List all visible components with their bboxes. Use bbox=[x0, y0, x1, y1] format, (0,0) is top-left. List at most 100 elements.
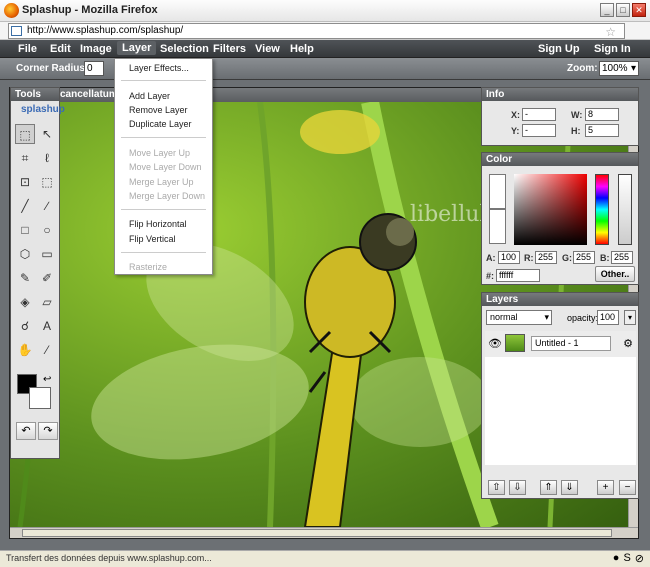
zoom-select[interactable]: 100% bbox=[599, 61, 639, 76]
fill-tool-icon[interactable]: ◈ bbox=[15, 292, 35, 312]
visibility-eye-icon[interactable]: 👁 bbox=[488, 337, 502, 350]
blocked-icon[interactable]: ⊘ bbox=[635, 552, 644, 565]
alpha-label: A: bbox=[486, 253, 496, 263]
corner-radius-input[interactable]: 0 bbox=[84, 61, 104, 76]
eyedropper-tool-icon[interactable]: ⁄ bbox=[37, 340, 57, 360]
tools-panel-title[interactable]: Tools bbox=[11, 88, 59, 101]
layer-row[interactable]: 👁 Untitled - 1 ⚙ bbox=[485, 331, 636, 357]
menu-edit[interactable]: Edit bbox=[50, 43, 71, 55]
color-panel-title[interactable]: Color bbox=[482, 153, 638, 166]
menu-help[interactable]: Help bbox=[290, 43, 314, 55]
sign-in-link[interactable]: Sign In bbox=[594, 43, 631, 55]
menu-flip-horizontal[interactable]: Flip Horizontal bbox=[129, 219, 187, 229]
hue-slider[interactable] bbox=[595, 174, 609, 245]
rectangle-tool-icon[interactable]: □ bbox=[15, 220, 35, 240]
splashup-logo: splashup bbox=[21, 104, 65, 115]
saturation-value-picker[interactable] bbox=[514, 174, 587, 245]
info-panel-title[interactable]: Info bbox=[482, 88, 638, 101]
firefox-status-icon[interactable]: ● bbox=[613, 552, 620, 565]
menu-add-layer[interactable]: Add Layer bbox=[129, 91, 170, 101]
menu-separator bbox=[121, 209, 206, 210]
menu-merge-layer-up: Merge Layer Up bbox=[129, 177, 194, 187]
magic-select-tool-icon[interactable]: ⬚ bbox=[37, 172, 57, 192]
hex-label: #: bbox=[486, 271, 495, 281]
move-tool-icon[interactable]: ↖ bbox=[37, 124, 57, 144]
menu-view[interactable]: View bbox=[255, 43, 280, 55]
close-button[interactable]: ✕ bbox=[632, 3, 646, 17]
other-color-button[interactable]: Other.. bbox=[595, 266, 635, 282]
alpha-input[interactable]: 100 bbox=[498, 251, 520, 264]
menu-file[interactable]: File bbox=[18, 43, 37, 55]
blend-mode-select[interactable]: normal bbox=[486, 310, 552, 325]
layer-effects-icon[interactable]: ⚙ bbox=[623, 337, 633, 350]
corner-radius-label: Corner Radius: bbox=[16, 63, 89, 74]
pencil-tool-icon[interactable]: ╱ bbox=[15, 196, 35, 216]
menu-duplicate-layer[interactable]: Duplicate Layer bbox=[129, 119, 192, 129]
polygon-tool-icon[interactable]: ⬡ bbox=[15, 244, 35, 264]
rect-marquee-tool-icon[interactable]: ⬚ bbox=[15, 124, 35, 144]
horizontal-scroll-thumb[interactable] bbox=[22, 529, 612, 537]
remove-layer-button[interactable]: − bbox=[619, 480, 636, 495]
move-layer-down-button[interactable]: ⇩ bbox=[509, 480, 526, 495]
merge-up-button[interactable]: ⇑ bbox=[540, 480, 557, 495]
sign-up-link[interactable]: Sign Up bbox=[538, 43, 580, 55]
undo-button[interactable]: ↶ bbox=[16, 422, 36, 440]
window-title: Splashup - Mozilla Firefox bbox=[22, 4, 158, 16]
skype-icon[interactable]: S bbox=[623, 552, 630, 565]
red-input[interactable]: 255 bbox=[535, 251, 557, 264]
menu-image[interactable]: Image bbox=[80, 43, 112, 55]
lasso-tool-icon[interactable]: ℓ bbox=[37, 148, 57, 168]
brush-tool-icon[interactable]: ✎ bbox=[15, 268, 35, 288]
crop-tool-icon[interactable]: ⌗ bbox=[15, 148, 35, 168]
menu-move-layer-up: Move Layer Up bbox=[129, 148, 191, 158]
menu-remove-layer[interactable]: Remove Layer bbox=[129, 105, 188, 115]
ellipse-tool-icon[interactable]: ○ bbox=[37, 220, 57, 240]
minimize-button[interactable]: _ bbox=[600, 3, 614, 17]
eraser-tool-icon[interactable]: ▱ bbox=[37, 292, 57, 312]
redo-button[interactable]: ↷ bbox=[38, 422, 58, 440]
transform-tool-icon[interactable]: ⊡ bbox=[15, 172, 35, 192]
horizontal-scrollbar[interactable] bbox=[10, 527, 638, 538]
line-tool-icon[interactable]: ∕ bbox=[37, 196, 57, 216]
tools-panel: Tools splashup ⬚ ↖ ⌗ ℓ ⊡ ⬚ ╱ ∕ □ ○ ⬡ ▭ ✎… bbox=[10, 87, 65, 459]
menu-filters[interactable]: Filters bbox=[213, 43, 246, 55]
y-value: - bbox=[522, 124, 556, 137]
layer-name-field[interactable]: Untitled - 1 bbox=[531, 336, 611, 351]
green-input[interactable]: 255 bbox=[573, 251, 595, 264]
maximize-button[interactable]: □ bbox=[616, 3, 630, 17]
swap-colors-icon[interactable]: ↩ bbox=[43, 374, 51, 385]
move-layer-up-button[interactable]: ⇧ bbox=[488, 480, 505, 495]
layers-panel-title[interactable]: Layers bbox=[482, 293, 638, 306]
menu-selection[interactable]: Selection bbox=[160, 43, 209, 55]
info-panel: Info X: - W: 8 Y: - H: 5 bbox=[481, 87, 639, 146]
hand-tool-icon[interactable]: ✋ bbox=[15, 340, 35, 360]
menu-layer[interactable]: Layer bbox=[117, 41, 157, 55]
opacity-input[interactable]: 100 bbox=[597, 310, 619, 325]
h-label: H: bbox=[571, 126, 581, 136]
status-icons: ● S ⊘ bbox=[613, 552, 644, 565]
status-text: Transfert des données depuis www.splashu… bbox=[6, 553, 212, 563]
text-tool-icon[interactable]: A bbox=[37, 316, 57, 336]
menu-separator bbox=[121, 252, 206, 253]
opacity-label: opacity: bbox=[567, 313, 599, 323]
smudge-tool-icon[interactable]: ☌ bbox=[15, 316, 35, 336]
background-color-swatch[interactable] bbox=[29, 387, 51, 409]
menu-layer-effects[interactable]: Layer Effects... bbox=[129, 63, 189, 73]
hex-input[interactable]: ffffff bbox=[496, 269, 540, 282]
gradient-tool-icon[interactable]: ▭ bbox=[37, 244, 57, 264]
layer-list: 👁 Untitled - 1 ⚙ bbox=[485, 331, 636, 465]
bookmark-star-icon[interactable]: ☆ bbox=[605, 25, 616, 39]
alpha-slider[interactable] bbox=[618, 174, 632, 245]
menu-merge-layer-down: Merge Layer Down bbox=[129, 191, 206, 201]
address-field[interactable]: http://www.splashup.com/splashup/ ☆ bbox=[8, 23, 625, 39]
tool-grid: ⬚ ↖ ⌗ ℓ ⊡ ⬚ ╱ ∕ □ ○ ⬡ ▭ ✎ ✐ ◈ ▱ ☌ A ✋ ⁄ bbox=[15, 124, 57, 360]
image-title: cancellatum bbox=[60, 89, 118, 100]
menu-separator bbox=[121, 80, 206, 81]
merge-down-button[interactable]: ⇓ bbox=[561, 480, 578, 495]
opacity-dropdown-icon[interactable]: ▾ bbox=[624, 310, 636, 325]
menu-flip-vertical[interactable]: Flip Vertical bbox=[129, 234, 176, 244]
clone-tool-icon[interactable]: ✐ bbox=[37, 268, 57, 288]
add-layer-button[interactable]: + bbox=[597, 480, 614, 495]
green-label: G: bbox=[562, 253, 572, 263]
blue-input[interactable]: 255 bbox=[611, 251, 633, 264]
